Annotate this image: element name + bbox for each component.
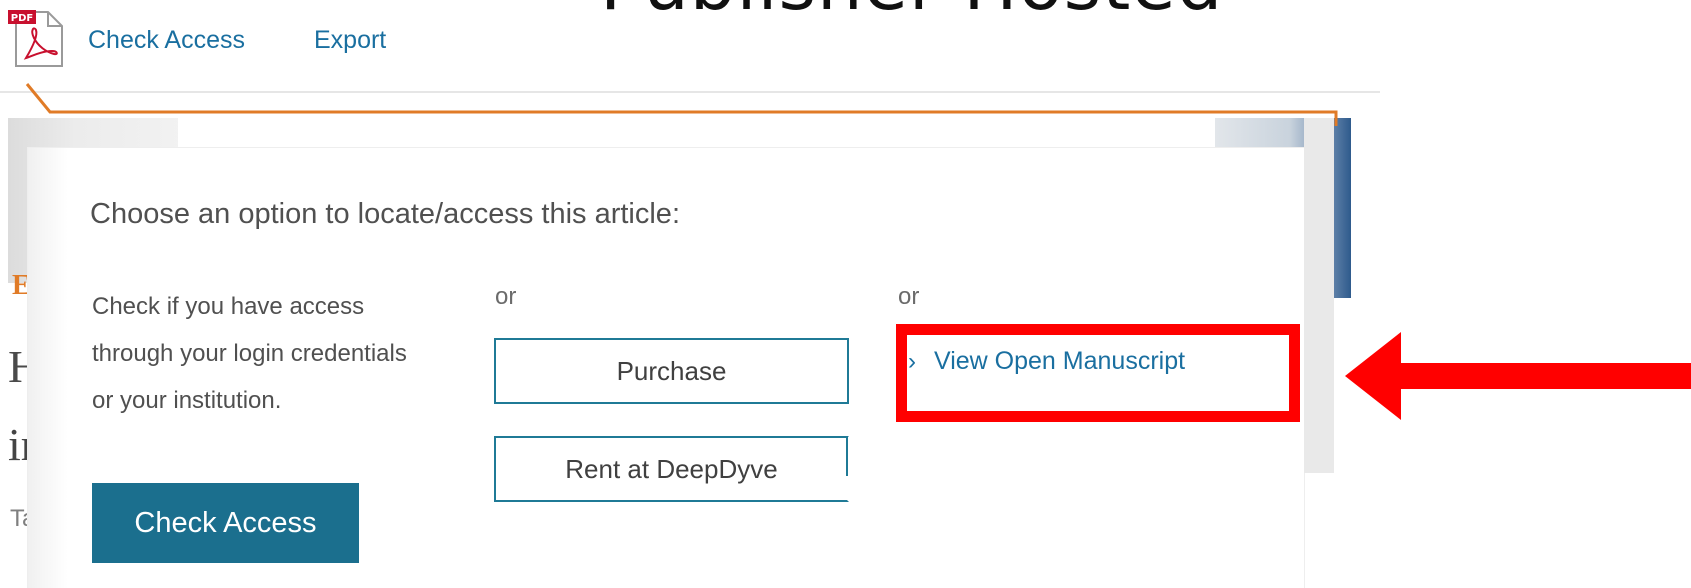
rent-button-border-fragment (846, 436, 848, 476)
annotation-highlight-box (896, 324, 1300, 422)
pdf-file-icon[interactable]: PDF (8, 8, 68, 70)
check-access-button[interactable]: Check Access (92, 483, 359, 563)
or-separator-2: or (898, 283, 920, 310)
pdf-badge-text: PDF (11, 13, 33, 24)
rent-deepdyve-button[interactable]: Rent at DeepDyve (494, 436, 849, 502)
popover-title: Choose an option to locate/access this a… (90, 198, 680, 230)
arrow-left-icon (1345, 332, 1691, 420)
or-separator: or (495, 283, 517, 310)
toolbar-export-link[interactable]: Export (314, 26, 386, 55)
toolbar-check-access-link[interactable]: Check Access (88, 26, 245, 55)
popover-scrollbar[interactable] (1304, 118, 1334, 473)
popover-caret-border (25, 83, 1338, 126)
popover-shadow (28, 148, 68, 588)
access-description: Check if you have access through your lo… (92, 293, 407, 414)
page-heading: Publisher Hosted (600, 0, 1223, 26)
purchase-button[interactable]: Purchase (494, 338, 849, 404)
